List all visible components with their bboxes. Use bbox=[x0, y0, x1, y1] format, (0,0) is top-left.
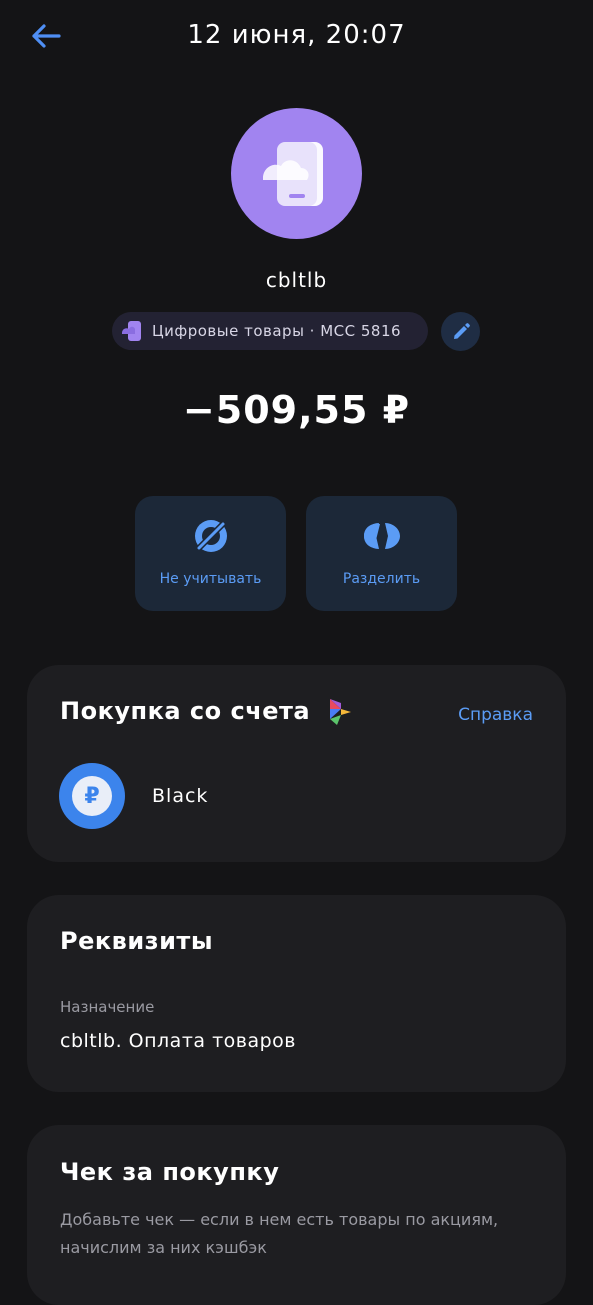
help-link[interactable]: Справка bbox=[458, 705, 533, 725]
receipt-title: Чек за покупку bbox=[60, 1158, 280, 1186]
split-label: Разделить bbox=[342, 571, 421, 587]
bank-logo-icon bbox=[329, 699, 351, 725]
merchant-name: cbltlb bbox=[265, 268, 328, 292]
purchase-title-row: Покупка со счета bbox=[60, 697, 353, 727]
ruble-icon: ₽ bbox=[72, 776, 112, 816]
merchant-logo bbox=[231, 108, 362, 239]
exclude-label: Не учитывать bbox=[159, 571, 262, 587]
purpose-value: cbltlb. Оплата товаров bbox=[60, 1030, 296, 1052]
transaction-amount: −509,55 ₽ bbox=[182, 388, 411, 432]
purchase-title: Покупка со счета bbox=[60, 697, 311, 725]
exclude-button[interactable]: Не учитывать bbox=[135, 496, 286, 611]
eye-off-icon bbox=[194, 520, 227, 552]
split-button[interactable]: Разделить bbox=[306, 496, 457, 611]
page-title: 12 июня, 20:07 bbox=[187, 20, 406, 50]
digital-goods-icon bbox=[120, 318, 146, 344]
purpose-label: Назначение bbox=[60, 998, 155, 1016]
account-row[interactable]: ₽ Black bbox=[59, 763, 534, 829]
category-label: Цифровые товары · MCC 5816 bbox=[152, 322, 402, 340]
receipt-card[interactable]: Чек за покупку Добавьте чек — если в нем… bbox=[27, 1125, 566, 1305]
pencil-icon bbox=[453, 322, 470, 339]
edit-category-button[interactable] bbox=[441, 312, 480, 351]
digital-goods-icon bbox=[262, 141, 323, 206]
category-chip[interactable]: Цифровые товары · MCC 5816 bbox=[112, 312, 428, 350]
account-icon: ₽ bbox=[59, 763, 125, 829]
header-bar: 12 июня, 20:07 bbox=[0, 0, 593, 72]
account-name: Black bbox=[152, 785, 209, 807]
purchase-account-card: Покупка со счета Справка ₽ Black bbox=[27, 665, 566, 862]
split-icon bbox=[363, 523, 400, 549]
details-card: Реквизиты Назначение cbltlb. Оплата това… bbox=[27, 895, 566, 1092]
receipt-description: Добавьте чек — если в нем есть товары по… bbox=[60, 1210, 499, 1257]
details-title: Реквизиты bbox=[60, 927, 214, 955]
